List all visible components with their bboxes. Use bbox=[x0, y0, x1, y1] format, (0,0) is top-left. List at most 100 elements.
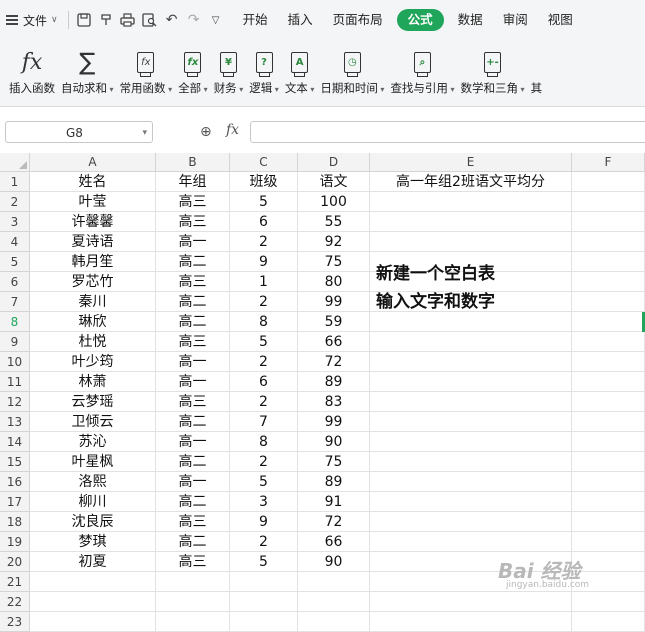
cell-a10[interactable]: 叶少筠 bbox=[30, 352, 156, 372]
cell-c10[interactable]: 2 bbox=[230, 352, 298, 372]
cell-a22[interactable] bbox=[30, 592, 156, 612]
tab-page-layout[interactable]: 页面布局 bbox=[323, 0, 393, 40]
cell-c2[interactable]: 5 bbox=[230, 192, 298, 212]
cell-f6[interactable] bbox=[572, 272, 645, 292]
cell-c12[interactable]: 2 bbox=[230, 392, 298, 412]
row-header-12[interactable]: 12 bbox=[0, 392, 30, 412]
cell-e1[interactable]: 高一年组2班语文平均分 bbox=[370, 172, 572, 192]
cell-e11[interactable] bbox=[370, 372, 572, 392]
cell-b22[interactable] bbox=[156, 592, 230, 612]
cell-b14[interactable]: 高一 bbox=[156, 432, 230, 452]
more-icon[interactable]: ▽ bbox=[205, 0, 227, 40]
spreadsheet-grid[interactable]: A B C D E F 1 姓名 年组 班级 语文 高一年组2班语文平均分 2 叶莹 高三 5 100 3 许馨馨高… bbox=[0, 153, 645, 632]
cell-c3[interactable]: 6 bbox=[230, 212, 298, 232]
cell-f19[interactable] bbox=[572, 532, 645, 552]
column-header-c[interactable]: C bbox=[230, 153, 298, 172]
cell-e19[interactable] bbox=[370, 532, 572, 552]
cell-c1[interactable]: 班级 bbox=[230, 172, 298, 192]
date-time-button[interactable]: ◷ 日期和时间 ▾ bbox=[317, 48, 387, 96]
formula-input[interactable] bbox=[250, 121, 645, 143]
cell-c22[interactable] bbox=[230, 592, 298, 612]
other-functions-button[interactable]: 其 bbox=[528, 48, 546, 96]
logical-button[interactable]: ? 逻辑 ▾ bbox=[246, 48, 282, 96]
cell-f14[interactable] bbox=[572, 432, 645, 452]
name-box[interactable]: G8 ▾ bbox=[5, 121, 153, 143]
cell-f3[interactable] bbox=[572, 212, 645, 232]
row-header-7[interactable]: 7 bbox=[0, 292, 30, 312]
cell-b13[interactable]: 高二 bbox=[156, 412, 230, 432]
cell-c4[interactable]: 2 bbox=[230, 232, 298, 252]
save-icon[interactable] bbox=[73, 0, 95, 40]
cell-c16[interactable]: 5 bbox=[230, 472, 298, 492]
cell-a13[interactable]: 卫倾云 bbox=[30, 412, 156, 432]
cell-b8[interactable]: 高二 bbox=[156, 312, 230, 332]
column-header-a[interactable]: A bbox=[30, 153, 156, 172]
cell-e16[interactable] bbox=[370, 472, 572, 492]
row-header-23[interactable]: 23 bbox=[0, 612, 30, 632]
cell-b9[interactable]: 高三 bbox=[156, 332, 230, 352]
cell-b5[interactable]: 高二 bbox=[156, 252, 230, 272]
cell-a5[interactable]: 韩月笙 bbox=[30, 252, 156, 272]
cell-e13[interactable] bbox=[370, 412, 572, 432]
cell-f22[interactable] bbox=[572, 592, 645, 612]
tab-home[interactable]: 开始 bbox=[233, 0, 278, 40]
tab-view[interactable]: 视图 bbox=[538, 0, 583, 40]
cell-a12[interactable]: 云梦瑶 bbox=[30, 392, 156, 412]
row-header-1[interactable]: 1 bbox=[0, 172, 30, 192]
cell-e10[interactable] bbox=[370, 352, 572, 372]
cell-a4[interactable]: 夏诗语 bbox=[30, 232, 156, 252]
cell-e15[interactable] bbox=[370, 452, 572, 472]
cell-f18[interactable] bbox=[572, 512, 645, 532]
cell-e14[interactable] bbox=[370, 432, 572, 452]
cell-f13[interactable] bbox=[572, 412, 645, 432]
row-header-6[interactable]: 6 bbox=[0, 272, 30, 292]
cell-d9[interactable]: 66 bbox=[298, 332, 370, 352]
column-header-e[interactable]: E bbox=[370, 153, 572, 172]
all-functions-button[interactable]: fx 全部 ▾ bbox=[175, 48, 211, 96]
tab-data[interactable]: 数据 bbox=[448, 0, 493, 40]
cell-f4[interactable] bbox=[572, 232, 645, 252]
cell-f10[interactable] bbox=[572, 352, 645, 372]
row-header-15[interactable]: 15 bbox=[0, 452, 30, 472]
cell-e23[interactable] bbox=[370, 612, 572, 632]
cell-a19[interactable]: 梦琪 bbox=[30, 532, 156, 552]
redo-icon[interactable]: ↷ bbox=[183, 0, 205, 40]
format-painter-icon[interactable] bbox=[95, 0, 117, 40]
cell-f9[interactable] bbox=[572, 332, 645, 352]
cell-c9[interactable]: 5 bbox=[230, 332, 298, 352]
cell-c15[interactable]: 2 bbox=[230, 452, 298, 472]
cell-a8[interactable]: 琳欣 bbox=[30, 312, 156, 332]
cell-c18[interactable]: 9 bbox=[230, 512, 298, 532]
cell-c8[interactable]: 8 bbox=[230, 312, 298, 332]
cell-d10[interactable]: 72 bbox=[298, 352, 370, 372]
cell-c7[interactable]: 2 bbox=[230, 292, 298, 312]
row-header-20[interactable]: 20 bbox=[0, 552, 30, 572]
cell-f12[interactable] bbox=[572, 392, 645, 412]
cell-b21[interactable] bbox=[156, 572, 230, 592]
cell-d22[interactable] bbox=[298, 592, 370, 612]
cell-f5[interactable] bbox=[572, 252, 645, 272]
cell-e12[interactable] bbox=[370, 392, 572, 412]
cell-a21[interactable] bbox=[30, 572, 156, 592]
cell-d23[interactable] bbox=[298, 612, 370, 632]
cell-d4[interactable]: 92 bbox=[298, 232, 370, 252]
cell-d6[interactable]: 80 bbox=[298, 272, 370, 292]
cell-b23[interactable] bbox=[156, 612, 230, 632]
cell-c21[interactable] bbox=[230, 572, 298, 592]
cell-a2[interactable]: 叶莹 bbox=[30, 192, 156, 212]
cell-c6[interactable]: 1 bbox=[230, 272, 298, 292]
cell-e8[interactable] bbox=[370, 312, 572, 332]
cell-f16[interactable] bbox=[572, 472, 645, 492]
cell-c23[interactable] bbox=[230, 612, 298, 632]
cell-d15[interactable]: 75 bbox=[298, 452, 370, 472]
tab-review[interactable]: 审阅 bbox=[493, 0, 538, 40]
cell-d17[interactable]: 91 bbox=[298, 492, 370, 512]
cell-f15[interactable] bbox=[572, 452, 645, 472]
cell-c13[interactable]: 7 bbox=[230, 412, 298, 432]
undo-icon[interactable]: ↶ bbox=[161, 0, 183, 40]
cell-a18[interactable]: 沈良辰 bbox=[30, 512, 156, 532]
cell-a1[interactable]: 姓名 bbox=[30, 172, 156, 192]
tab-insert[interactable]: 插入 bbox=[278, 0, 323, 40]
cell-b3[interactable]: 高三 bbox=[156, 212, 230, 232]
cell-a16[interactable]: 洛熙 bbox=[30, 472, 156, 492]
